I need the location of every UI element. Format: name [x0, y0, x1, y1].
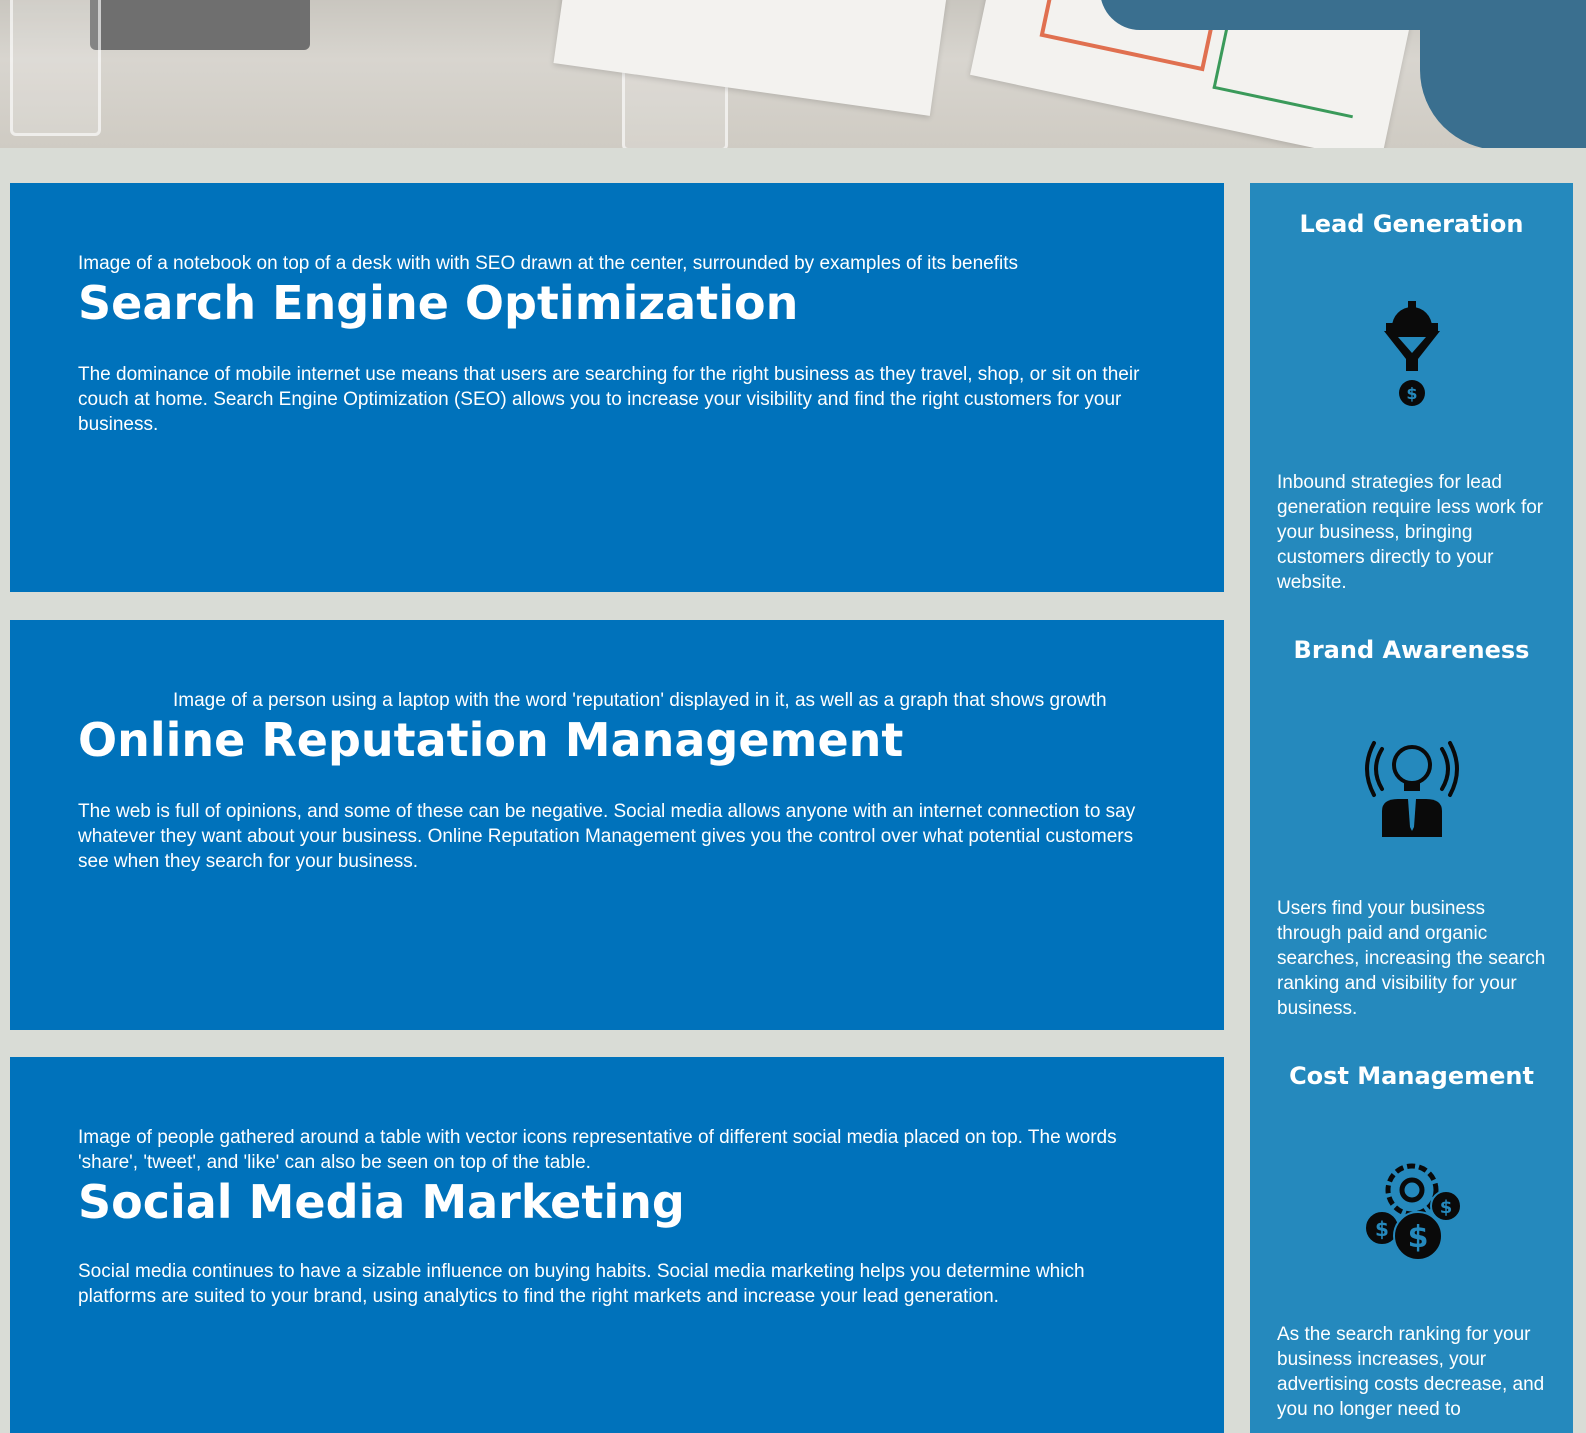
seo-section: Image of a notebook on top of a desk wit…	[10, 183, 1224, 592]
brand-awareness-body: Users find your business through paid an…	[1277, 898, 1546, 1019]
lead-generation-icon: $	[1384, 301, 1440, 406]
brand-awareness-icon	[1365, 741, 1459, 837]
seo-body: The dominance of mobile internet use mea…	[78, 364, 1140, 435]
svg-text:$: $	[1408, 1220, 1429, 1255]
brand-awareness-title: Brand Awareness	[1293, 636, 1530, 664]
laptop-illustration	[90, 0, 310, 50]
seo-image-alt-text: Image of a notebook on top of a desk wit…	[78, 253, 1018, 274]
svg-text:$: $	[1406, 384, 1417, 403]
social-media-title: Social Media Marketing	[78, 1175, 685, 1229]
cost-management-icon: $ $ $	[1364, 1163, 1462, 1261]
reputation-title: Online Reputation Management	[78, 713, 904, 767]
svg-text:$: $	[1440, 1197, 1453, 1218]
lead-generation-title: Lead Generation	[1299, 210, 1524, 238]
social-media-section: Image of people gathered around a table …	[10, 1057, 1224, 1433]
social-media-body: Social media continues to have a sizable…	[78, 1261, 1085, 1307]
hero-image	[0, 0, 1586, 148]
document-illustration	[553, 0, 947, 116]
svg-text:$: $	[1375, 1217, 1389, 1241]
reputation-body: The web is full of opinions, and some of…	[78, 801, 1136, 872]
lead-generation-body: Inbound strategies for lead generation r…	[1277, 472, 1544, 593]
seo-title: Search Engine Optimization	[78, 276, 799, 330]
cost-management-title: Cost Management	[1289, 1062, 1534, 1090]
social-media-image-alt-text: Image of people gathered around a table …	[78, 1127, 1117, 1173]
reputation-section: Image of a person using a laptop with th…	[10, 620, 1224, 1030]
reputation-image-alt-text: Image of a person using a laptop with th…	[173, 690, 1107, 711]
water-glass-illustration	[10, 0, 101, 136]
benefits-sidebar: Lead Generation $ Inbound strategies for…	[1250, 183, 1573, 1433]
person-body-illustration	[1420, 0, 1586, 148]
cost-management-body: As the search ranking for your business …	[1277, 1324, 1545, 1420]
